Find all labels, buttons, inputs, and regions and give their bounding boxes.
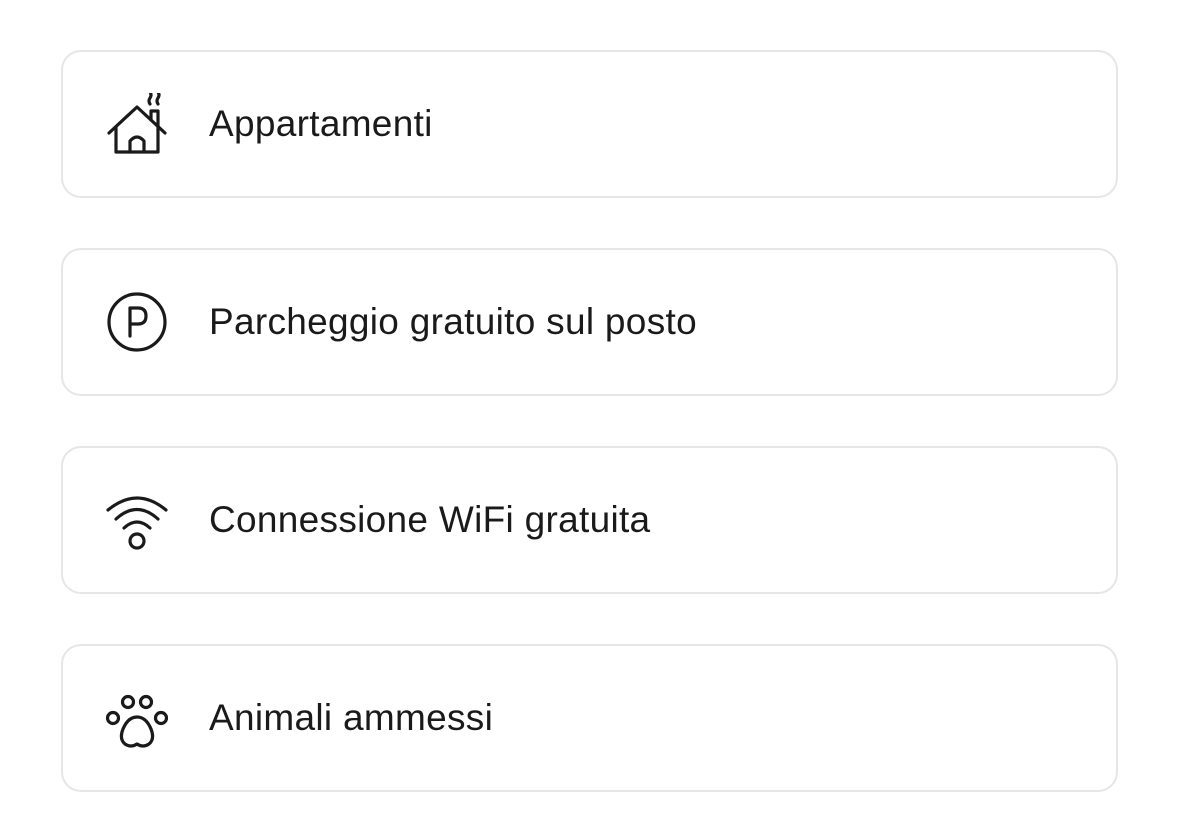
facility-item-parking: Parcheggio gratuito sul posto — [61, 248, 1118, 396]
paw-icon — [106, 687, 168, 749]
facility-label: Parcheggio gratuito sul posto — [209, 301, 697, 342]
parking-icon — [106, 291, 168, 353]
facility-label: Connessione WiFi gratuita — [209, 499, 651, 540]
wifi-icon — [106, 489, 168, 551]
house-icon — [106, 93, 168, 155]
facility-label: Animali ammessi — [209, 697, 494, 738]
facility-item-apartments: Appartamenti — [61, 50, 1118, 198]
facility-list: Appartamenti Parcheggio gratuito sul pos… — [61, 50, 1118, 792]
facility-label: Appartamenti — [209, 103, 433, 144]
facility-item-wifi: Connessione WiFi gratuita — [61, 446, 1118, 594]
facility-item-pets: Animali ammessi — [61, 644, 1118, 792]
